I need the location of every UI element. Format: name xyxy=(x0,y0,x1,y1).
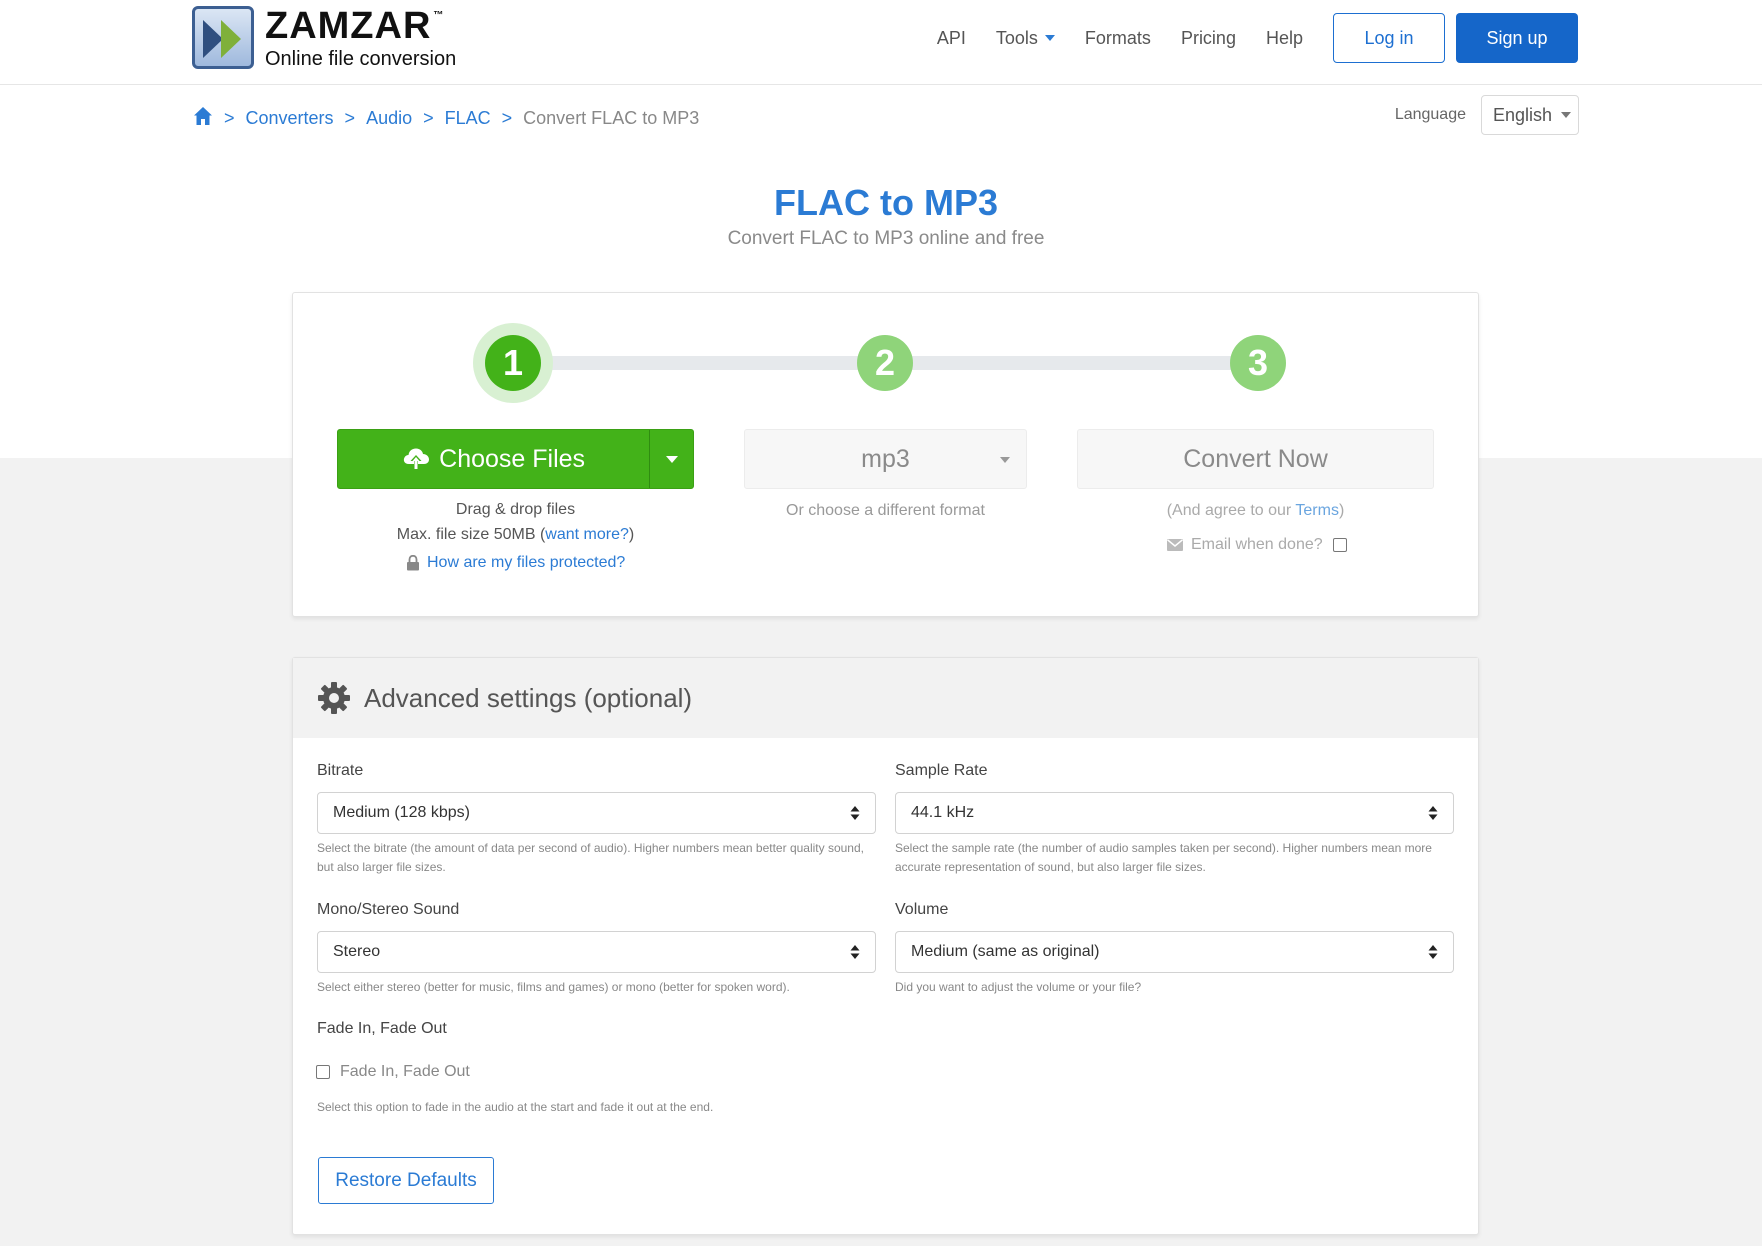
nav-pricing[interactable]: Pricing xyxy=(1181,28,1236,49)
email-label: Email when done? xyxy=(1191,536,1323,553)
sample-rate-label: Sample Rate xyxy=(895,762,988,779)
want-more-link[interactable]: want more? xyxy=(545,526,629,543)
sort-arrows-icon xyxy=(850,806,860,820)
volume-select[interactable]: Medium (same as original) xyxy=(895,931,1454,973)
page-subtitle: Convert FLAC to MP3 online and free xyxy=(727,228,1045,249)
step-3-badge: 3 xyxy=(1230,335,1286,391)
channels-value: Stereo xyxy=(333,943,381,960)
format-value: mp3 xyxy=(861,444,910,473)
signup-button[interactable]: Sign up xyxy=(1456,13,1578,63)
nav-tools-label: Tools xyxy=(995,27,1038,48)
logo-tagline: Online file conversion xyxy=(265,47,457,70)
max-size-close: ) xyxy=(628,526,635,543)
max-file-size: Max. file size 50MB (want more?) xyxy=(337,526,694,544)
envelope-icon xyxy=(1167,539,1183,551)
sort-arrows-icon xyxy=(850,945,860,959)
bitrate-select[interactable]: Medium (128 kbps) xyxy=(317,792,876,834)
breadcrumb-separator: > xyxy=(224,108,235,128)
bitrate-help: Select the bitrate (the amount of data p… xyxy=(317,841,864,874)
choose-files-label: Choose Files xyxy=(439,444,586,473)
cloud-upload-icon xyxy=(404,448,430,470)
choose-files-button-group: Choose Files xyxy=(337,429,694,489)
fade-help: Select this option to fade in the audio … xyxy=(317,1100,714,1114)
sample-rate-help: Select the sample rate (the number of au… xyxy=(895,841,1432,874)
terms-suffix: ) xyxy=(1338,502,1345,519)
email-checkbox[interactable] xyxy=(1332,538,1347,552)
site-header: ZAMZAR ™ Online file conversion API Tools… xyxy=(0,0,1762,85)
terms-notice: (And agree to our Terms) xyxy=(1077,502,1434,520)
login-button[interactable]: Log in xyxy=(1333,13,1445,63)
fade-checkbox[interactable] xyxy=(316,1065,330,1079)
advanced-settings-title: Advanced settings (optional) xyxy=(364,682,693,713)
convert-now-button[interactable]: Convert Now xyxy=(1077,429,1434,489)
breadcrumb: > Converters > Audio > FLAC > Convert FL… xyxy=(193,106,699,131)
protection-link-label: How are my files protected? xyxy=(427,554,626,571)
channels-label: Mono/Stereo Sound xyxy=(317,901,460,918)
logo-name: ZAMZAR xyxy=(265,4,432,47)
breadcrumb-current: Convert FLAC to MP3 xyxy=(523,108,700,128)
channels-select[interactable]: Stereo xyxy=(317,931,876,973)
language-value: English xyxy=(1493,104,1553,125)
bitrate-label: Bitrate xyxy=(317,762,364,779)
main-nav: API Tools Formats Pricing Help Log in Si… xyxy=(922,12,1578,64)
drag-drop-hint: Drag & drop files xyxy=(455,501,576,518)
terms-link[interactable]: Terms xyxy=(1295,502,1339,519)
language-label: Language xyxy=(1394,106,1466,123)
terms-prefix: (And agree to our xyxy=(1166,502,1296,519)
language-select[interactable]: English xyxy=(1481,95,1579,135)
fade-label: Fade In, Fade Out xyxy=(317,1020,447,1037)
chevron-down-icon xyxy=(665,455,678,463)
breadcrumb-separator: > xyxy=(344,108,356,128)
volume-value: Medium (same as original) xyxy=(911,943,1100,960)
email-when-done: Email when done? xyxy=(1167,536,1347,554)
nav-tools[interactable]: Tools xyxy=(996,28,1055,49)
breadcrumb-separator: > xyxy=(501,108,513,128)
breadcrumb-flac[interactable]: FLAC xyxy=(445,108,491,129)
choose-files-button[interactable]: Choose Files xyxy=(338,430,649,488)
breadcrumb-audio[interactable]: Audio xyxy=(366,108,412,129)
bitrate-value: Medium (128 kbps) xyxy=(333,804,470,821)
restore-defaults-button[interactable]: Restore Defaults xyxy=(318,1157,494,1204)
advanced-settings-header[interactable]: Advanced settings (optional) xyxy=(293,658,1478,738)
gear-icon xyxy=(318,682,350,714)
sort-arrows-icon xyxy=(1428,806,1438,820)
sort-arrows-icon xyxy=(1428,945,1438,959)
sample-rate-select[interactable]: 44.1 kHz xyxy=(895,792,1454,834)
file-protection-link[interactable]: How are my files protected? xyxy=(406,554,625,572)
language-picker: Language English xyxy=(1395,95,1579,135)
zamzar-logo[interactable]: ZAMZAR ™ Online file conversion xyxy=(192,6,456,69)
volume-label: Volume xyxy=(895,901,949,918)
format-hint: Or choose a different format xyxy=(786,502,985,519)
page-title: FLAC to MP3 xyxy=(774,182,998,223)
step-2-badge: 2 xyxy=(857,335,913,391)
sample-rate-value: 44.1 kHz xyxy=(911,804,975,821)
chevron-down-icon xyxy=(1561,112,1572,118)
max-size-text: Max. file size 50MB ( xyxy=(396,526,546,543)
nav-api[interactable]: API xyxy=(937,28,966,49)
format-select[interactable]: mp3 xyxy=(744,429,1027,489)
volume-help: Did you want to adjust the volume or you… xyxy=(895,980,1142,994)
nav-formats[interactable]: Formats xyxy=(1085,28,1151,49)
lock-icon xyxy=(407,555,419,571)
trademark-symbol: ™ xyxy=(433,9,445,21)
choose-files-dropdown-toggle[interactable] xyxy=(649,430,693,488)
nav-help[interactable]: Help xyxy=(1266,28,1303,49)
chevron-down-icon xyxy=(1044,35,1055,41)
fade-option: Fade In, Fade Out xyxy=(316,1063,470,1081)
logo-arrows-icon xyxy=(192,6,254,69)
fade-checkbox-label[interactable]: Fade In, Fade Out xyxy=(340,1063,470,1081)
home-icon[interactable] xyxy=(193,106,213,131)
chevron-down-icon xyxy=(1000,457,1010,463)
step-1-badge: 1 xyxy=(485,335,541,391)
channels-help: Select either stereo (better for music, … xyxy=(317,980,790,994)
breadcrumb-converters[interactable]: Converters xyxy=(246,108,334,129)
breadcrumb-separator: > xyxy=(423,108,434,128)
